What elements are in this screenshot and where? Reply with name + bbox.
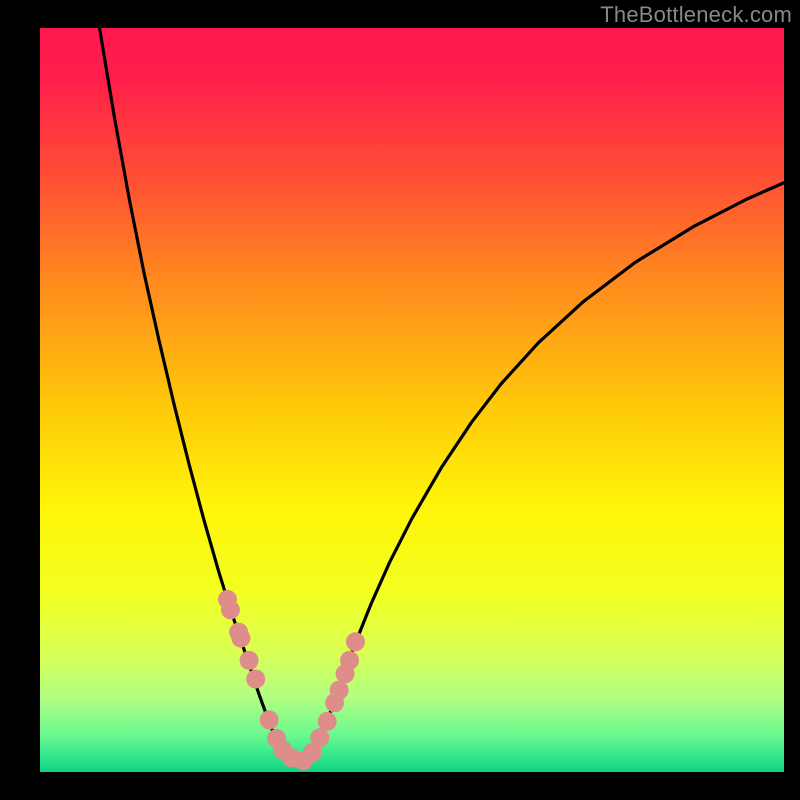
highlight-marker <box>346 632 365 651</box>
highlight-marker <box>330 681 349 700</box>
gradient-background <box>40 28 784 772</box>
highlight-marker <box>240 651 259 670</box>
chart-container: TheBottleneck.com <box>0 0 800 800</box>
plot-svg <box>40 28 784 772</box>
highlight-marker <box>246 670 265 689</box>
watermark-text: TheBottleneck.com <box>600 2 792 28</box>
highlight-marker <box>221 600 240 619</box>
plot-area <box>40 28 784 772</box>
highlight-marker <box>310 728 329 747</box>
highlight-marker <box>231 629 250 648</box>
highlight-marker <box>340 651 359 670</box>
highlight-marker <box>260 710 279 729</box>
highlight-marker <box>318 712 337 731</box>
